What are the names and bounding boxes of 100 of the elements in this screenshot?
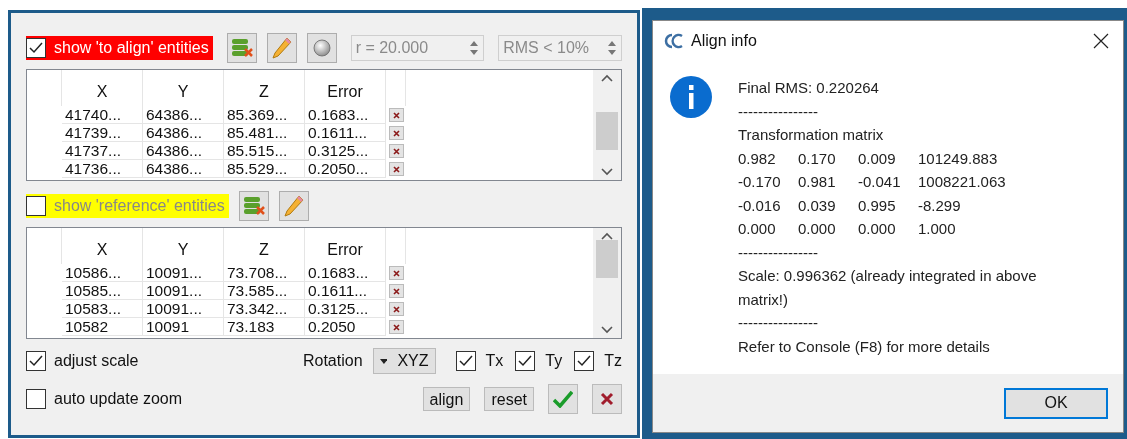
table-cell: 10582 — [62, 318, 143, 336]
remove-entities-button[interactable] — [226, 33, 257, 63]
ok-button[interactable]: OK — [1004, 387, 1108, 419]
checkmark-icon — [553, 390, 573, 408]
checkbox-label: Tx — [485, 351, 504, 371]
table-cell: 73.585... — [224, 282, 305, 300]
matrix-value: 0.000 — [798, 219, 837, 239]
message-text: Final RMS: 0.220264 — [738, 78, 880, 98]
table-cell: 64386... — [143, 160, 224, 178]
close-icon — [392, 305, 400, 313]
delete-row-button[interactable] — [388, 108, 404, 122]
column-header[interactable]: Error — [305, 228, 386, 264]
checkbox-label: show 'to align' entities — [54, 38, 209, 58]
close-icon — [392, 147, 400, 155]
matrix-value: -0.041 — [858, 172, 902, 192]
message-text: Scale: 0.996362 (already integrated in above matrix!) — [738, 266, 1038, 310]
delete-row-button[interactable] — [388, 266, 404, 280]
table-cell: 73.342... — [224, 300, 305, 318]
column-header[interactable]: Z — [224, 228, 305, 264]
chevron-down-icon — [601, 168, 613, 176]
checkbox-label: adjust scale — [54, 351, 139, 371]
action-button[interactable]: align — [422, 387, 471, 411]
scrollbar[interactable] — [593, 70, 621, 180]
delete-row-button[interactable] — [388, 162, 404, 176]
pencil-icon — [271, 37, 292, 59]
pencil-icon — [283, 195, 304, 217]
confirm-button[interactable] — [548, 384, 578, 414]
checkbox[interactable] — [26, 351, 46, 371]
table-cell: 73.183 — [224, 318, 305, 336]
checkbox[interactable] — [26, 38, 46, 58]
spin-arrows-icon — [607, 39, 617, 57]
checkbox[interactable] — [574, 351, 595, 371]
table-cell: 41739... — [62, 124, 143, 142]
table-cell: 10583... — [62, 300, 143, 318]
close-icon — [392, 111, 400, 119]
table-cell: 0.2050 — [305, 318, 386, 336]
scrollbar[interactable] — [593, 228, 621, 338]
checkbox-label: Tz — [604, 351, 622, 371]
table-cell: 0.3125... — [305, 300, 386, 318]
table-cell: 41737... — [62, 142, 143, 160]
column-header[interactable]: Error — [305, 70, 386, 106]
column-header[interactable]: Y — [143, 228, 224, 264]
scrollbar-thumb[interactable] — [596, 112, 618, 150]
column-header[interactable]: Z — [224, 70, 305, 106]
chevron-down-icon — [601, 326, 613, 334]
table-cell: 10585... — [62, 282, 143, 300]
action-button[interactable]: reset — [484, 387, 534, 411]
matrix-value: 0.000 — [858, 219, 897, 239]
close-icon — [392, 165, 400, 173]
table-cell: 0.1683... — [305, 106, 386, 124]
table-cell: 85.369... — [224, 106, 305, 124]
column-header[interactable]: Y — [143, 70, 224, 106]
delete-row-button[interactable] — [388, 302, 404, 316]
checkbox[interactable] — [26, 196, 46, 216]
spin-arrows-icon — [469, 39, 480, 57]
column-header[interactable]: X — [62, 228, 143, 264]
matrix-value: -0.170 — [738, 172, 782, 192]
checkbox[interactable] — [515, 351, 536, 371]
matrix-value: -0.016 — [738, 195, 782, 216]
table-cell: 10091... — [143, 282, 224, 300]
table-cell: 85.529... — [224, 160, 305, 178]
checkbox[interactable] — [26, 389, 46, 409]
matrix-value: 0.982 — [738, 148, 777, 169]
table-cell: 85.515... — [224, 142, 305, 160]
message-text: ---------------- — [738, 242, 819, 263]
message-text: Transformation matrix — [738, 125, 885, 145]
layers-delete-icon — [242, 196, 265, 216]
rotation-dropdown[interactable]: XYZ — [372, 348, 436, 374]
close-icon — [392, 323, 400, 331]
table-cell: 0.3125... — [305, 142, 386, 160]
checkbox[interactable] — [455, 351, 476, 371]
matrix-value: 0.995 — [858, 195, 897, 216]
checkbox-label: show 'reference' entities — [54, 196, 225, 216]
table-cell: 0.1611... — [305, 124, 386, 142]
delete-row-button[interactable] — [388, 144, 404, 158]
edit-button[interactable] — [266, 33, 297, 63]
matrix-value: 1.000 — [918, 219, 956, 239]
close-icon — [392, 269, 400, 277]
sphere-icon — [312, 39, 331, 57]
table-cell: 0.1683... — [305, 264, 386, 282]
scrollbar-thumb[interactable] — [596, 240, 618, 278]
info-icon — [670, 76, 712, 118]
table-cell: 85.481... — [224, 124, 305, 142]
matrix-value: 0.039 — [798, 195, 837, 216]
table-cell: 64386... — [143, 124, 224, 142]
close-icon — [392, 287, 400, 295]
sphere-button[interactable] — [306, 33, 337, 63]
remove-entities-button[interactable] — [238, 191, 269, 221]
checkbox-label: Ty — [545, 351, 563, 371]
delete-row-button[interactable] — [388, 126, 404, 140]
cancel-button[interactable] — [592, 384, 622, 414]
matrix-value: 1008221.063 — [918, 172, 1006, 192]
matrix-value: 0.000 — [738, 219, 777, 239]
edit-button[interactable] — [278, 191, 309, 221]
delete-row-button[interactable] — [388, 284, 404, 298]
message-text: Refer to Console (F8) for more details — [738, 336, 991, 357]
delete-row-button[interactable] — [388, 320, 404, 334]
close-icon — [600, 392, 614, 406]
table-cell: 41736... — [62, 160, 143, 178]
column-header[interactable]: X — [62, 70, 143, 106]
